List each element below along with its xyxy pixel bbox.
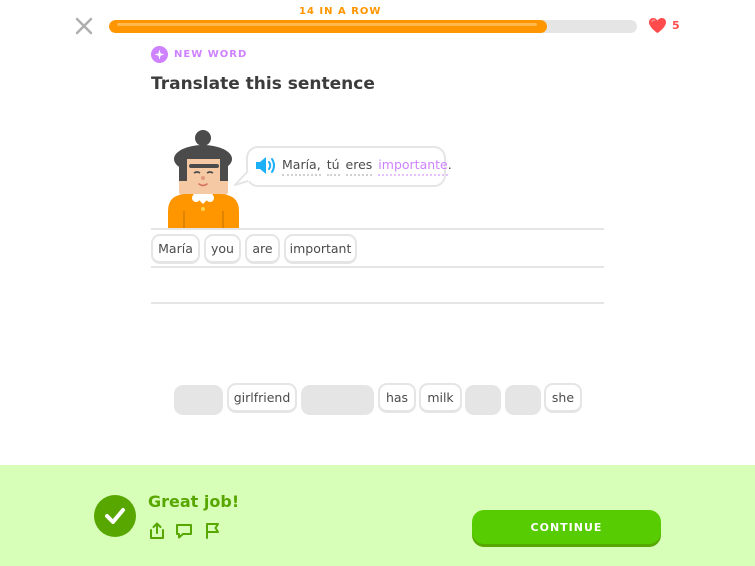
answer-line: [151, 302, 604, 304]
close-icon[interactable]: [74, 16, 94, 36]
new-word-badge: NEW WORD: [151, 46, 247, 63]
report-flag-icon[interactable]: [203, 522, 221, 540]
answer-line: [151, 266, 604, 268]
share-icon[interactable]: [148, 522, 166, 540]
word-bank-slot-empty: [301, 385, 374, 415]
streak-label: 14 IN A ROW: [299, 6, 382, 17]
answer-token[interactable]: María: [151, 234, 200, 264]
word-bank-slot-empty: [465, 385, 501, 415]
progress-fill: [109, 20, 548, 33]
answer-token[interactable]: important: [284, 234, 357, 264]
feedback-message: Great job!: [148, 492, 240, 511]
comment-icon[interactable]: [175, 522, 193, 540]
answer-token[interactable]: you: [204, 234, 241, 264]
character-illustration: [163, 129, 245, 229]
word-bank-token[interactable]: has: [378, 383, 416, 413]
page-title: Translate this sentence: [151, 74, 375, 94]
continue-button[interactable]: CONTINUE: [472, 510, 661, 544]
progress-bar: [109, 20, 637, 33]
sentence-word[interactable]: eres: [345, 157, 373, 176]
speech-bubble-tail: [234, 170, 250, 186]
sentence-word[interactable]: María,: [282, 157, 321, 176]
sentence-word-new[interactable]: importante: [378, 157, 448, 176]
speaker-icon[interactable]: [255, 156, 277, 175]
word-bank-slot-empty: [174, 385, 223, 415]
sentence-word[interactable]: tú: [326, 157, 340, 176]
sentence-period: .: [447, 157, 452, 172]
new-word-label: NEW WORD: [174, 49, 248, 60]
check-icon: [94, 495, 136, 537]
word-bank-token[interactable]: milk: [419, 383, 462, 413]
answer-token[interactable]: are: [245, 234, 280, 264]
prompt-sentence: María, tú eres importante .: [282, 157, 452, 176]
hearts-count: 5: [672, 19, 680, 32]
word-bank-token[interactable]: she: [544, 383, 582, 413]
word-bank-slot-empty: [505, 385, 541, 415]
heart-icon: [648, 17, 667, 34]
answer-line: [151, 228, 604, 230]
word-bank-token[interactable]: girlfriend: [227, 383, 297, 413]
progress-shine: [117, 23, 538, 26]
sparkle-icon: [151, 46, 168, 63]
